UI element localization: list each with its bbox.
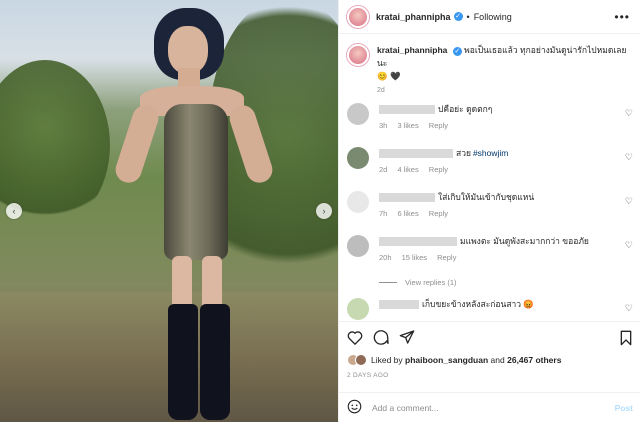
avatar[interactable]	[347, 191, 369, 213]
comment-time: 2d	[379, 165, 388, 174]
comment-username-redacted[interactable]	[379, 236, 457, 246]
post-side-panel: kratai_phannipha ✓ • Following ••• krata…	[338, 0, 640, 422]
like-heart-icon[interactable]	[347, 330, 363, 347]
reply-button[interactable]: Reply	[429, 209, 448, 218]
subject-arm	[112, 101, 162, 187]
comment-likes[interactable]: 15 likes	[402, 253, 427, 262]
comment-text: มแพงตะ มันดูพังสะมากกว่า ขออภัย	[460, 236, 589, 246]
next-photo-button[interactable]: ›	[316, 203, 332, 219]
comment-username-redacted[interactable]	[379, 192, 435, 202]
heart-icon[interactable]: ♡	[625, 196, 633, 207]
header-username[interactable]: kratai_phannipha	[376, 12, 451, 22]
avatar[interactable]	[355, 354, 367, 366]
comment-input[interactable]	[372, 402, 615, 413]
following-button[interactable]: Following	[474, 12, 512, 22]
comment-likes[interactable]: 3 likes	[397, 121, 418, 130]
post-comment-button[interactable]: Post	[615, 403, 633, 413]
comment-text: ใส่เกิบให้มันเข้ากับชุดแหน่	[438, 192, 535, 202]
comment-username-redacted[interactable]	[379, 299, 419, 309]
photo-subject	[112, 8, 276, 422]
post-actions: Liked by phaiboon_sangduan and 26,467 ot…	[339, 321, 640, 385]
caption-username[interactable]: kratai_phannipha	[377, 45, 447, 55]
comment-text: เก็บขยะข้างหลังสะก่อนสาว 😡	[422, 299, 534, 309]
comment-item: ปคือย่ะ ดูดตกๆ 3h 3 likes Reply ♡	[347, 103, 635, 130]
comment-item: สวย #showjim 2d 4 likes Reply ♡	[347, 147, 635, 174]
heart-icon[interactable]: ♡	[625, 108, 633, 119]
liked-by-and: and	[490, 355, 505, 365]
avatar[interactable]	[347, 103, 369, 125]
comment-icon[interactable]	[373, 329, 389, 347]
view-replies-label: View replies (1)	[405, 278, 457, 287]
bookmark-icon[interactable]	[619, 330, 633, 348]
share-icon[interactable]	[399, 329, 415, 347]
subject-face	[168, 26, 208, 74]
heart-icon[interactable]: ♡	[625, 240, 633, 251]
divider	[379, 282, 397, 283]
comment-item: ใส่เกิบให้มันเข้ากับชุดแหน่ 7h 6 likes R…	[347, 191, 635, 218]
liked-by: Liked by phaiboon_sangduan and 26,467 ot…	[347, 354, 633, 366]
comment-time: 7h	[379, 209, 388, 218]
comment-text: ปคือย่ะ ดูดตกๆ	[438, 104, 493, 114]
post-caption: kratai_phannipha ✓ พอเป็นเธอแล้ว ทุกอย่า…	[339, 34, 640, 83]
subject-arm	[226, 101, 276, 187]
chevron-right-icon: ›	[322, 206, 326, 216]
separator-dot: •	[466, 11, 470, 22]
comment-time: 3h	[379, 121, 388, 130]
emoji-icon[interactable]	[347, 399, 362, 416]
instagram-post: ‹ › kratai_phannipha ✓ • Following ••• k…	[0, 0, 640, 422]
comment-time: 20h	[379, 253, 392, 262]
comment-likes[interactable]: 6 likes	[397, 209, 418, 218]
hashtag-link[interactable]: #showjim	[473, 148, 508, 158]
comment-item: เก็บขยะข้างหลังสะก่อนสาว 😡 ♡	[347, 298, 635, 320]
comment-text: สวย	[456, 148, 471, 158]
add-comment-bar: Post	[339, 392, 640, 422]
more-icon[interactable]: •••	[614, 10, 630, 24]
view-replies-button[interactable]: View replies (1)	[379, 278, 457, 287]
comment-item: มแพงตะ มันดูพังสะมากกว่า ขออภัย 20h 15 l…	[347, 235, 635, 262]
comment-username-redacted[interactable]	[379, 104, 435, 114]
liked-by-user[interactable]: phaiboon_sangduan	[405, 355, 488, 365]
verified-badge-icon: ✓	[453, 12, 463, 21]
caption-body: kratai_phannipha ✓ พอเป็นเธอแล้ว ทุกอย่า…	[377, 44, 632, 83]
avatar[interactable]	[347, 235, 369, 257]
caption-emoji: 😊 🖤	[377, 71, 401, 81]
post-header: kratai_phannipha ✓ • Following •••	[339, 0, 640, 34]
avatar[interactable]	[347, 298, 369, 320]
reply-button[interactable]: Reply	[437, 253, 456, 262]
subject-boot	[168, 304, 198, 420]
liked-by-prefix: Liked by	[371, 355, 403, 365]
avatar[interactable]	[347, 44, 369, 66]
chevron-left-icon: ‹	[12, 206, 16, 216]
avatar[interactable]	[347, 147, 369, 169]
verified-badge-icon: ✓	[452, 47, 462, 56]
subject-dress	[164, 104, 228, 260]
reply-button[interactable]: Reply	[429, 165, 448, 174]
comment-username-redacted[interactable]	[379, 148, 453, 158]
subject-boot	[200, 304, 230, 420]
post-photo[interactable]: ‹ ›	[0, 0, 338, 422]
previous-photo-button[interactable]: ‹	[6, 203, 22, 219]
caption-timestamp: 2d	[377, 87, 385, 94]
reply-button[interactable]: Reply	[429, 121, 448, 130]
heart-icon[interactable]: ♡	[625, 303, 633, 314]
avatar[interactable]	[347, 5, 369, 28]
heart-icon[interactable]: ♡	[625, 152, 633, 163]
liked-by-text: Liked by phaiboon_sangduan and 26,467 ot…	[371, 355, 561, 365]
post-timestamp: 2 DAYS AGO	[347, 372, 389, 379]
comment-likes[interactable]: 4 likes	[397, 165, 418, 174]
likes-count[interactable]: 26,467 others	[507, 355, 561, 365]
